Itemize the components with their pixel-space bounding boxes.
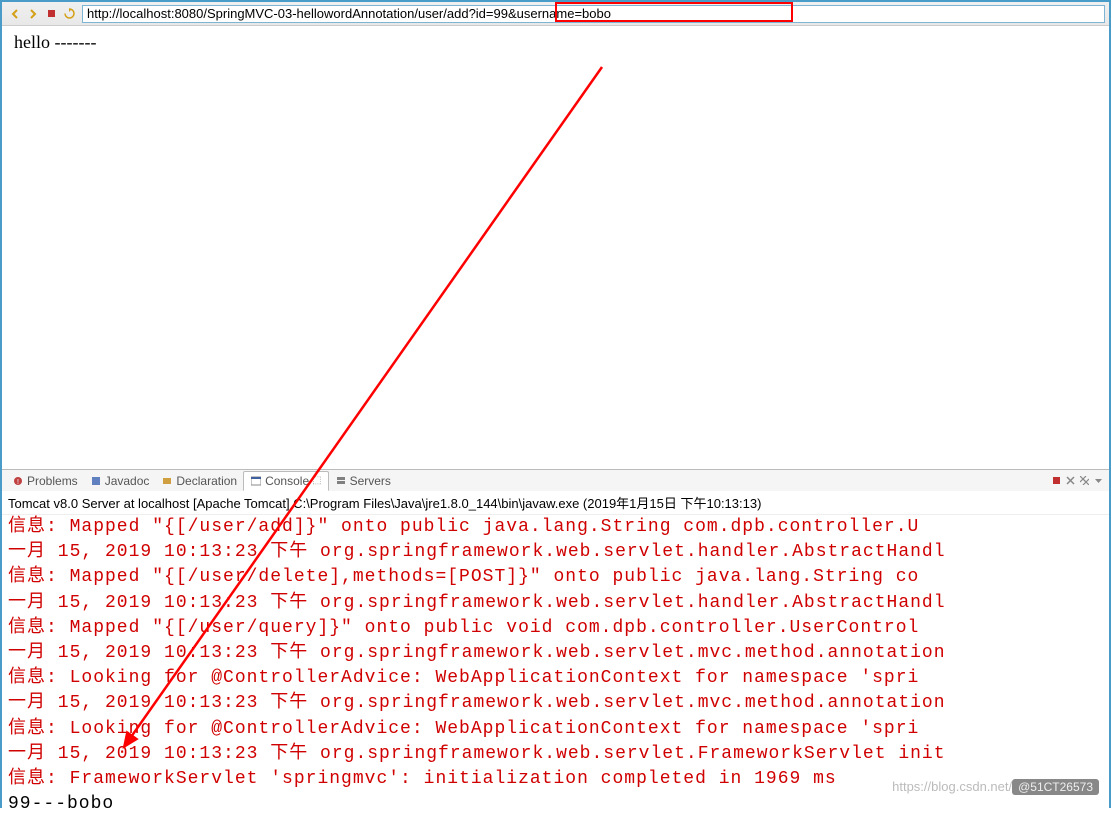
console-icon [250,475,262,487]
javadoc-icon [90,475,102,487]
dropdown-icon[interactable] [1092,474,1105,487]
console-line: 信息: Mapped "{[/user/query]}" onto public… [8,616,1103,641]
console-header: Tomcat v8.0 Server at localhost [Apache … [2,491,1109,515]
tab-label: Console [265,474,309,488]
tab-javadoc[interactable]: Javadoc [84,471,156,491]
forward-button[interactable] [26,7,40,21]
tab-label: Problems [27,474,78,488]
console-output[interactable]: 信息: Mapped "{[/user/add]}" onto public j… [2,515,1109,817]
page-text: hello ------- [14,32,96,52]
console-line: 99---bobo [8,792,1103,817]
console-line: 信息: Looking for @ControllerAdvice: WebAp… [8,666,1103,691]
watermark: https://blog.csdn.net/@51CT26573 [892,779,1099,794]
console-line: 信息: Mapped "{[/user/delete],methods=[POS… [8,565,1103,590]
servers-icon [335,475,347,487]
console-line: 一月 15, 2019 10:13:23 下午 org.springframew… [8,691,1103,716]
declaration-icon [161,475,173,487]
console-actions [1050,474,1105,487]
tab-servers[interactable]: Servers [329,471,397,491]
stop-button[interactable] [44,7,58,21]
tab-declaration[interactable]: Declaration [155,471,243,491]
tab-label: Javadoc [105,474,150,488]
tab-pin-icon: ⬚ [312,475,321,486]
back-button[interactable] [8,7,22,21]
terminate-icon[interactable] [1050,474,1063,487]
refresh-button[interactable] [62,7,76,21]
browser-content: hello ------- [2,26,1109,469]
console-line: 一月 15, 2019 10:13:23 下午 org.springframew… [8,641,1103,666]
tab-label: Declaration [176,474,237,488]
console-line: 信息: Mapped "{[/user/add]}" onto public j… [8,515,1103,540]
problems-icon: ! [12,475,24,487]
watermark-badge: @51CT26573 [1012,779,1099,795]
console-line: 一月 15, 2019 10:13:23 下午 org.springframew… [8,540,1103,565]
tab-console[interactable]: Console ⬚ [243,471,328,491]
remove-all-icon[interactable] [1078,474,1091,487]
remove-icon[interactable] [1064,474,1077,487]
tab-label: Servers [350,474,391,488]
tab-problems[interactable]: ! Problems [6,471,84,491]
tabs-bar: ! Problems Javadoc Declaration Console ⬚… [2,469,1109,491]
svg-text:!: ! [17,479,19,486]
annotation-box [555,2,793,22]
console-line: 信息: Looking for @ControllerAdvice: WebAp… [8,717,1103,742]
console-line: 一月 15, 2019 10:13:23 下午 org.springframew… [8,591,1103,616]
console-line: 一月 15, 2019 10:13:23 下午 org.springframew… [8,742,1103,767]
watermark-left: https://blog.csdn.net/ [892,779,1012,794]
